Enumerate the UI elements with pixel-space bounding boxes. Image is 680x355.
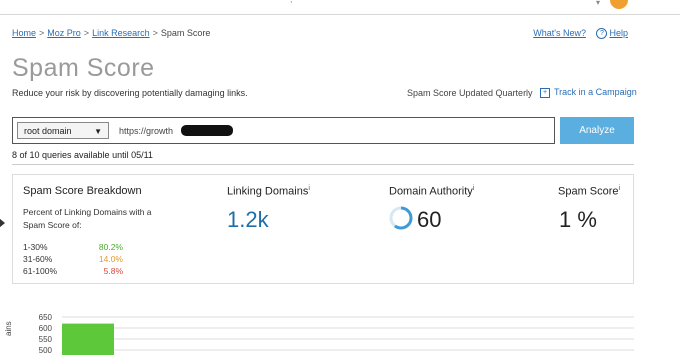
spam-score-label: Spam Score — [558, 185, 619, 198]
top-nav-bar: , ▾ — [0, 0, 680, 15]
chart-y-tick: 500 — [39, 346, 53, 355]
page-title: Spam Score — [12, 54, 155, 82]
side-pointer-icon — [0, 218, 5, 228]
search-bar: root domain ▼ — [12, 117, 555, 144]
range-label: 1-30% — [23, 242, 48, 252]
breadcrumb-moz-pro[interactable]: Moz Pro — [47, 28, 81, 38]
breakdown-range-row: 31-60% 14.0% — [23, 254, 123, 264]
analyze-button[interactable]: Analyze — [560, 117, 634, 144]
chart-svg: 650 600 550 500 — [39, 313, 634, 355]
spam-score-title: Spam Scorei — [558, 185, 620, 198]
breadcrumb-chevron-icon: > — [152, 28, 158, 38]
nav-fragment: , — [290, 0, 293, 4]
page-subtitle: Reduce your risk by discovering potentia… — [12, 88, 248, 98]
breakdown-range-row: 61-100% 5.8% — [23, 266, 123, 276]
track-in-campaign-link[interactable]: + Track in a Campaign — [540, 87, 637, 98]
spam-score-summary-card: Spam Score Breakdown Percent of Linking … — [12, 174, 634, 284]
chart-y-axis-label: ains — [4, 321, 13, 336]
avatar[interactable] — [610, 0, 628, 9]
breadcrumb-link-research[interactable]: Link Research — [92, 28, 150, 38]
redaction-scribble — [181, 125, 233, 136]
domain-authority-title: Domain Authorityi — [389, 185, 474, 198]
chart-y-tick: 550 — [39, 335, 53, 344]
question-icon: ? — [596, 28, 608, 40]
range-value: 5.8% — [103, 266, 123, 276]
range-label: 61-100% — [23, 266, 58, 276]
breadcrumb: Home > Moz Pro > Link Research > Spam Score — [12, 28, 210, 38]
breakdown-range-row: 1-30% 80.2% — [23, 242, 123, 252]
chevron-down-icon[interactable]: ▾ — [596, 0, 600, 7]
track-label: Track in a Campaign — [554, 87, 637, 97]
linking-domains-label: Linking Domains — [227, 185, 309, 198]
linking-domains-title: Linking Domainsi — [227, 185, 310, 198]
update-frequency-note: Spam Score Updated Quarterly — [407, 88, 533, 98]
domain-authority-ring — [389, 206, 413, 230]
chart-y-tick: 650 — [39, 313, 53, 322]
domain-authority-label: Domain Authority — [389, 185, 473, 198]
breakdown-description: Percent of Linking Domains with a Spam S… — [23, 207, 152, 230]
linking-domains-value: 1.2k — [227, 207, 269, 232]
breadcrumb-chevron-icon: > — [39, 28, 45, 38]
help-label: Help — [609, 28, 628, 38]
range-value: 80.2% — [98, 242, 123, 252]
breadcrumb-home[interactable]: Home — [12, 28, 36, 38]
info-icon[interactable]: i — [308, 185, 310, 192]
divider — [12, 164, 634, 165]
whats-new-link[interactable]: What's New? — [533, 28, 586, 38]
range-value: 14.0% — [98, 254, 123, 264]
chart-y-tick: 600 — [39, 324, 53, 333]
breadcrumb-chevron-icon: > — [83, 28, 90, 38]
help-links: What's New? ? Help — [525, 28, 628, 40]
range-label: 31-60% — [23, 254, 53, 264]
scope-select[interactable]: root domain ▼ — [17, 122, 109, 139]
plus-icon: + — [540, 87, 550, 98]
caret-down-icon: ▼ — [94, 127, 102, 136]
spam-score-value: 1 % — [559, 207, 597, 232]
info-icon[interactable]: i — [619, 185, 621, 192]
spam-score-chart: 650 600 550 500 — [0, 312, 680, 355]
help-link[interactable]: ? Help — [596, 28, 628, 40]
query-quota: 8 of 10 queries available until 05/11 — [12, 150, 153, 160]
domain-authority-value: 60 — [417, 207, 442, 232]
chart-bar[interactable] — [62, 323, 114, 355]
scope-select-value: root domain — [24, 126, 72, 136]
breakdown-title: Spam Score Breakdown — [23, 185, 142, 197]
breadcrumb-current: Spam Score — [160, 28, 211, 38]
info-icon[interactable]: i — [473, 185, 475, 192]
